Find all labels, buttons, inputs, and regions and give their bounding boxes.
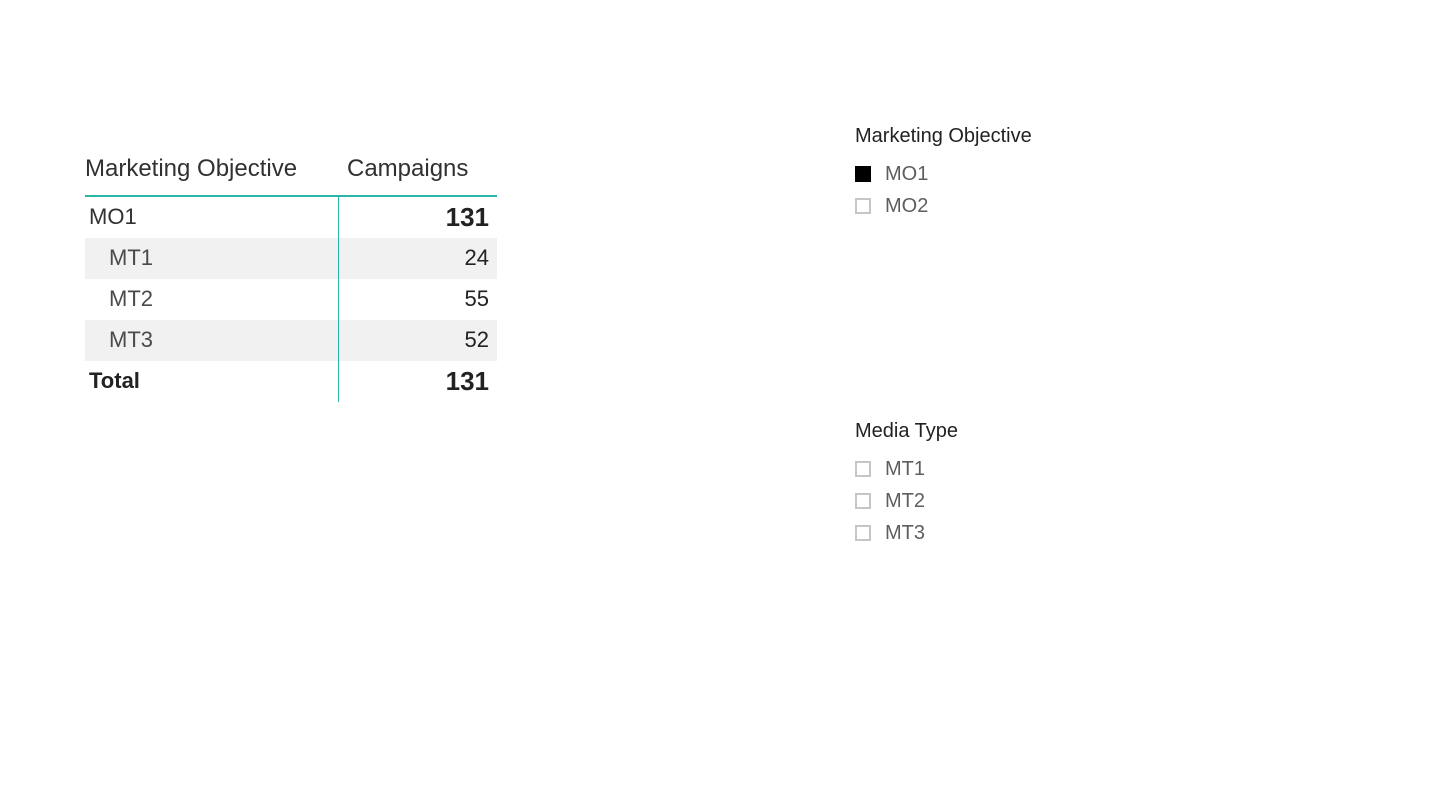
slicer-item-label: MO2	[885, 195, 928, 218]
matrix-visual: Marketing Objective Campaigns MO1 131 MT…	[85, 155, 497, 402]
matrix-cell-value: 52	[339, 320, 497, 361]
checkbox-icon	[855, 461, 871, 477]
matrix-total-value: 131	[339, 361, 497, 402]
slicer-item-label: MT2	[885, 490, 925, 513]
matrix-body: MO1 131 MT1 24 MT2 55 MT3 52 Total 131	[85, 195, 497, 402]
checkbox-icon	[855, 198, 871, 214]
slicer-media-type: Media Type MT1 MT2 MT3	[855, 420, 1155, 549]
slicer-item-mt1[interactable]: MT1	[855, 453, 1155, 485]
slicer-title: Media Type	[855, 420, 1155, 443]
matrix-cell-label: MT1	[85, 238, 339, 279]
matrix-row-child[interactable]: MT1 24	[85, 238, 497, 279]
matrix-row-child[interactable]: MT2 55	[85, 279, 497, 320]
slicer-marketing-objective: Marketing Objective MO1 MO2	[855, 125, 1155, 222]
slicer-item-label: MT1	[885, 458, 925, 481]
slicer-item-mo1[interactable]: MO1	[855, 158, 1155, 190]
matrix-cell-value: 55	[339, 279, 497, 320]
matrix-row-parent[interactable]: MO1 131	[85, 197, 497, 238]
slicer-title: Marketing Objective	[855, 125, 1155, 148]
matrix-row-child[interactable]: MT3 52	[85, 320, 497, 361]
matrix-cell-label: MT2	[85, 279, 339, 320]
matrix-cell-value: 131	[339, 197, 497, 238]
matrix-header: Marketing Objective Campaigns	[85, 155, 497, 195]
matrix-cell-label: MT3	[85, 320, 339, 361]
checkbox-icon	[855, 525, 871, 541]
matrix-total-label: Total	[85, 361, 339, 402]
checkbox-icon	[855, 166, 871, 182]
checkbox-icon	[855, 493, 871, 509]
matrix-cell-label: MO1	[85, 197, 339, 238]
matrix-header-value: Campaigns	[339, 155, 497, 183]
slicer-item-mt2[interactable]: MT2	[855, 485, 1155, 517]
slicer-item-label: MT3	[885, 522, 925, 545]
matrix-cell-value: 24	[339, 238, 497, 279]
matrix-row-total: Total 131	[85, 361, 497, 402]
slicer-item-mt3[interactable]: MT3	[855, 517, 1155, 549]
matrix-header-label: Marketing Objective	[85, 155, 339, 183]
slicer-item-mo2[interactable]: MO2	[855, 190, 1155, 222]
slicer-item-label: MO1	[885, 163, 928, 186]
